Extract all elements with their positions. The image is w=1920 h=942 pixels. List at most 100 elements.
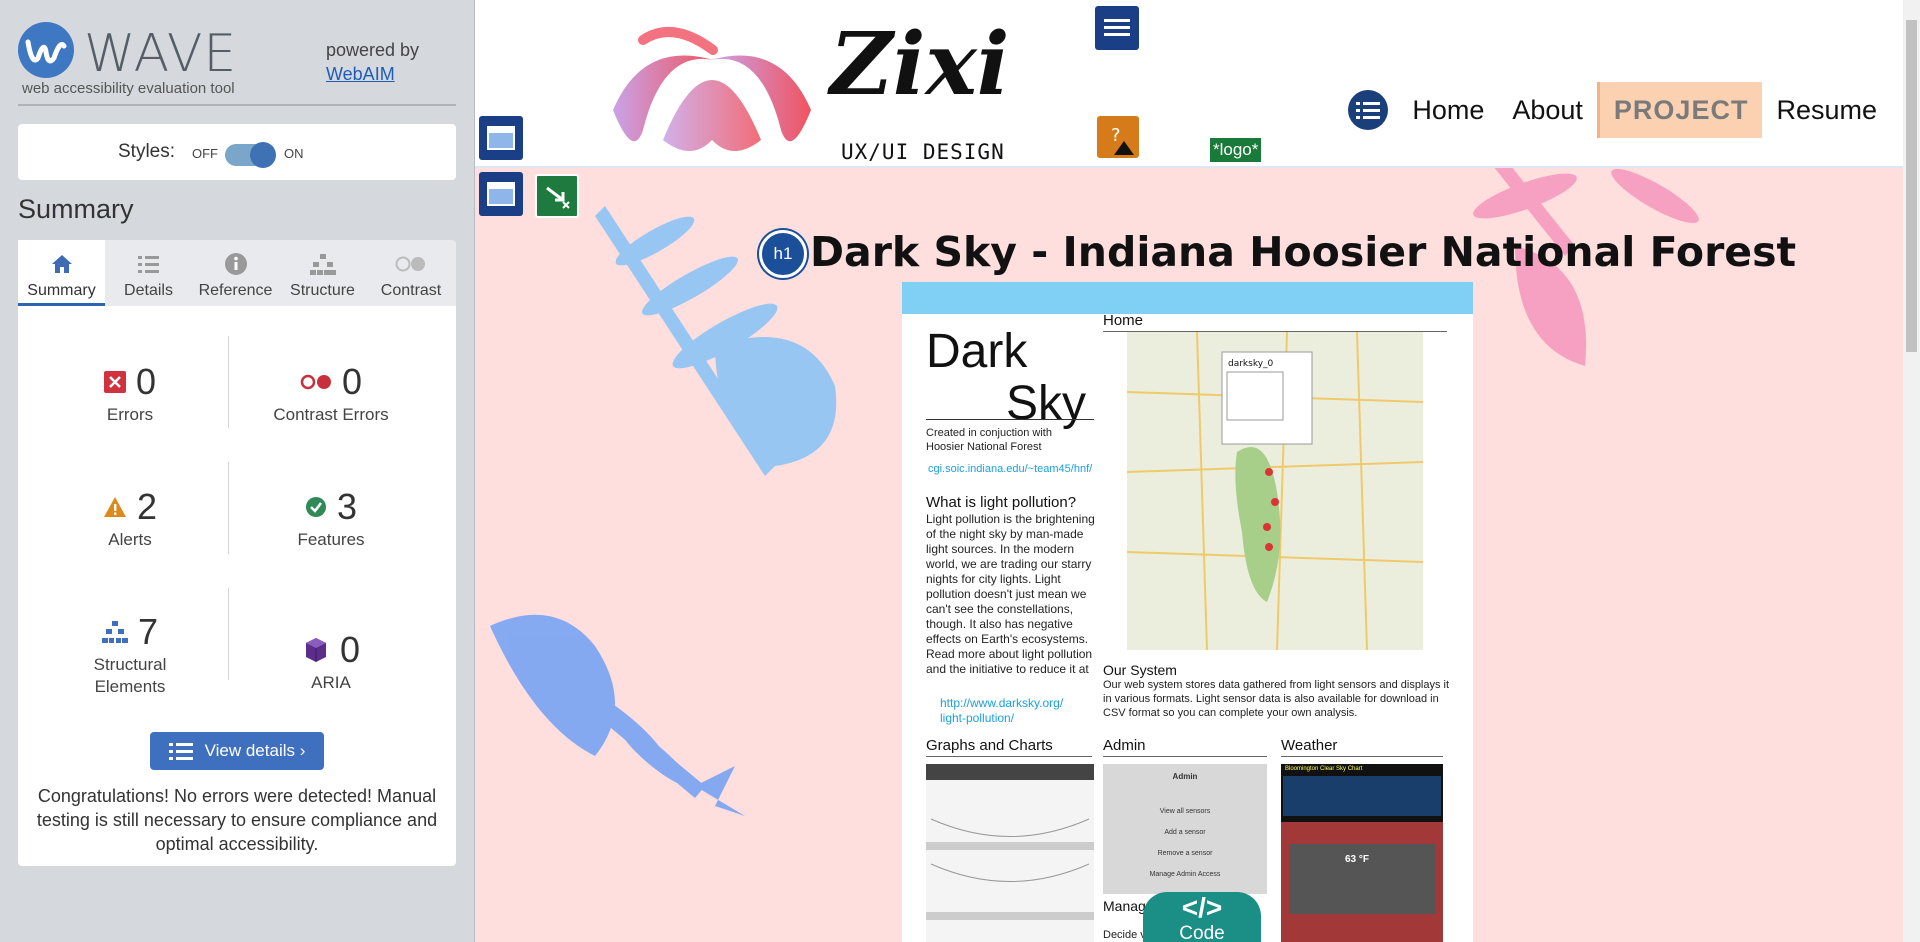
darksky-title-line-2: Sky [1006, 377, 1087, 430]
weather-thumbnail: Bloomington Clear Sky Chart 63 °F [1281, 764, 1443, 942]
structural-label: Structural Elements [30, 654, 230, 698]
admin-item: View all sensors [1159, 808, 1211, 815]
list-icon [168, 743, 193, 760]
weather-heading: Weather [1281, 737, 1443, 757]
hierarchy-icon [279, 252, 366, 276]
skip-link-icon[interactable] [535, 174, 579, 218]
styles-toggle-box: Styles: OFF ON [18, 124, 456, 180]
admin-heading: Admin [1103, 737, 1267, 757]
divider [18, 104, 456, 106]
code-button[interactable]: </> Code [1143, 892, 1261, 942]
aria-count: 0 [339, 629, 361, 670]
wave-list-icon[interactable] [1348, 90, 1389, 130]
code-label: Code [1179, 923, 1225, 942]
wave-tagline: web accessibility evaluation tool [22, 80, 235, 97]
wave-main-icon[interactable] [479, 172, 523, 216]
site-header: Zixi UX/UI DESIGN ? *logo* Home About PR… [475, 0, 1903, 168]
svg-text:?: ? [1111, 125, 1121, 146]
summary-heading: Summary [18, 194, 134, 224]
home-icon [18, 252, 105, 276]
webaim-link[interactable]: WebAIM [326, 64, 395, 84]
what-body: Light pollution is the brightening of th… [926, 512, 1095, 676]
home-heading: Home [1103, 312, 1447, 332]
features-label: Features [297, 530, 365, 549]
divider [926, 419, 1094, 420]
tab-label: Reference [198, 282, 273, 299]
styles-label: Styles: [118, 141, 176, 162]
aria-label: ARIA [311, 673, 351, 692]
wave-sidebar: WAVE web accessibility evaluation tool p… [0, 0, 475, 942]
powered-by-label: powered by [326, 40, 420, 60]
nav-resume[interactable]: Resume [1762, 82, 1891, 138]
page-preview: Zixi UX/UI DESIGN ? *logo* Home About PR… [475, 0, 1903, 942]
zixi-logo-icon [613, 27, 811, 151]
stat-aria[interactable]: 0 ARIA [231, 628, 431, 694]
tab-summary[interactable]: Summary [18, 240, 105, 306]
weather-temp: 63 °F [1345, 854, 1370, 865]
styles-on-label: ON [284, 146, 304, 161]
logo-alt-badge[interactable]: *logo* [1210, 138, 1262, 162]
tab-structure[interactable]: Structure [279, 240, 366, 306]
stat-structural[interactable]: 7 Structural Elements [30, 610, 230, 698]
wave-tabs: Summary Details Reference Structure Cont… [18, 240, 456, 306]
tab-reference[interactable]: Reference [192, 240, 279, 306]
stat-features[interactable]: 3 Features [231, 485, 431, 551]
h1-badge[interactable]: h1 [759, 230, 807, 278]
nav-about[interactable]: About [1498, 82, 1597, 138]
congrats-message: Congratulations! No errors were detected… [36, 786, 438, 854]
scrollbar[interactable] [1903, 0, 1920, 942]
structural-label-line-1: Structural [93, 655, 167, 674]
nav-home[interactable]: Home [1398, 82, 1498, 138]
stat-contrast-errors[interactable]: 0 Contrast Errors [231, 360, 431, 426]
our-system-body: Our web system stores data gathered from… [1103, 679, 1450, 719]
decide-text: Decide v [1103, 929, 1146, 941]
nav-project[interactable]: PROJECT [1596, 82, 1763, 138]
view-details-label: View details › [204, 741, 306, 760]
structure-icon [101, 621, 128, 643]
map-image: darksky_0 [1127, 332, 1423, 650]
alert-image-icon[interactable]: ? [1097, 116, 1139, 158]
graphs-heading: Graphs and Charts [926, 737, 1092, 757]
main-nav: Home About PROJECT Resume [1348, 82, 1891, 138]
alert-icon [103, 497, 126, 517]
darksky-title-line-1: Dark [926, 325, 1028, 378]
wave-header: WAVE web accessibility evaluation tool p… [18, 18, 456, 104]
created-text: Created in conjuction with Hoosier Natio… [926, 427, 1052, 453]
graphs-thumbnail [926, 764, 1094, 942]
tab-details[interactable]: Details [105, 240, 192, 306]
admin-panel-title: Admin [1172, 772, 1198, 781]
wave-wordmark: WAVE [84, 24, 238, 84]
code-icon: </> [1181, 892, 1223, 923]
manage-heading: Manag [1103, 898, 1146, 914]
structural-count: 7 [137, 611, 159, 652]
darksky-title: Dark Sky [926, 326, 1086, 430]
logo-wordmark: Zixi [830, 14, 1010, 115]
info-icon [192, 252, 279, 276]
styles-toggle-knob[interactable] [250, 142, 276, 168]
our-system-heading: Our System [1103, 662, 1177, 678]
stat-errors[interactable]: 0 Errors [30, 360, 230, 426]
wave-logo-icon [18, 22, 74, 78]
admin-item: Remove a sensor [1157, 850, 1213, 857]
stat-alerts[interactable]: 2 Alerts [30, 485, 230, 551]
wave-region-icon[interactable] [1095, 6, 1139, 50]
tab-label: Summary [27, 282, 96, 299]
admin-thumbnail: Admin View all sensors Add a sensor Remo… [1103, 764, 1267, 894]
tab-contrast[interactable]: Contrast [366, 240, 456, 306]
powered-by: powered by WebAIM [326, 38, 419, 86]
structural-label-line-2: Elements [94, 677, 166, 696]
admin-item: Add a sensor [1164, 829, 1206, 836]
contrast-errors-label: Contrast Errors [273, 405, 389, 424]
view-details-button[interactable]: View details › [150, 732, 324, 770]
scrollbar-thumb[interactable] [1906, 20, 1917, 352]
page-title: Dark Sky - Indiana Hoosier National Fore… [810, 228, 1797, 276]
styles-off-label: OFF [192, 146, 218, 161]
tab-label: Details [124, 282, 173, 299]
list-icon [105, 252, 192, 276]
alerts-label: Alerts [108, 530, 152, 549]
error-icon [103, 371, 126, 393]
contrast-error-icon [300, 374, 331, 390]
wave-header-icon[interactable] [479, 116, 523, 160]
alerts-count: 2 [136, 486, 158, 527]
summary-card: 0 Errors 0 Contrast Errors 2 Alerts 3 Fe… [18, 306, 456, 866]
